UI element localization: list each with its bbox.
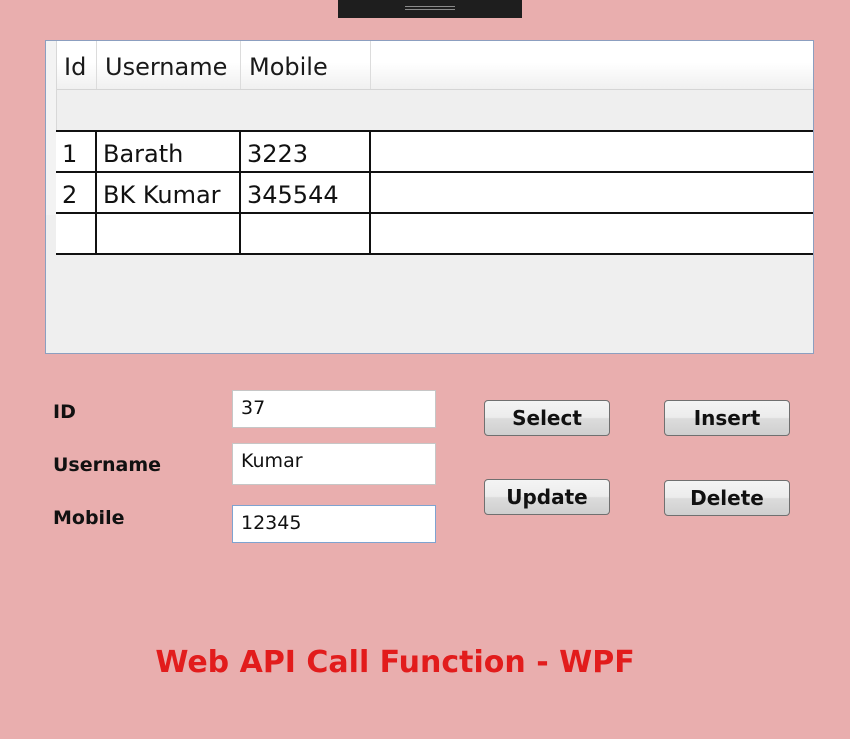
- grip-icon: [405, 6, 455, 10]
- username-field[interactable]: Kumar: [232, 443, 436, 485]
- cell-id[interactable]: 2: [56, 173, 97, 212]
- window-drag-handle[interactable]: [338, 0, 522, 18]
- mobile-field[interactable]: 12345: [232, 505, 436, 543]
- select-button[interactable]: Select: [484, 400, 610, 436]
- grid-header: Id Username Mobile: [46, 41, 813, 90]
- mobile-label: Mobile: [53, 507, 125, 529]
- cell-filler: [371, 214, 813, 253]
- username-label: Username: [53, 454, 162, 476]
- id-label: ID: [53, 401, 76, 423]
- insert-button[interactable]: Insert: [664, 400, 790, 436]
- users-data-grid[interactable]: Id Username Mobile 1 Barath 3223 2 BK Ku…: [45, 40, 814, 354]
- cell-filler: [371, 132, 813, 171]
- cell-username[interactable]: [97, 214, 241, 253]
- table-row[interactable]: 1 Barath 3223: [56, 132, 813, 173]
- id-field[interactable]: 37: [232, 390, 436, 428]
- cell-filler: [371, 173, 813, 212]
- delete-button[interactable]: Delete: [664, 480, 790, 516]
- cell-username[interactable]: Barath: [97, 132, 241, 171]
- table-row[interactable]: 2 BK Kumar 345544: [56, 173, 813, 214]
- column-header-mobile[interactable]: Mobile: [241, 41, 371, 89]
- cell-id[interactable]: [56, 214, 97, 253]
- cell-mobile[interactable]: [241, 214, 371, 253]
- cell-id[interactable]: 1: [56, 132, 97, 171]
- cell-mobile[interactable]: 345544: [241, 173, 371, 212]
- footer-title: Web API Call Function - WPF: [155, 645, 635, 680]
- cell-mobile[interactable]: 3223: [241, 132, 371, 171]
- column-header-id[interactable]: Id: [56, 41, 97, 89]
- new-item-row[interactable]: [56, 214, 813, 255]
- cell-username[interactable]: BK Kumar: [97, 173, 241, 212]
- update-button[interactable]: Update: [484, 479, 610, 515]
- column-header-username[interactable]: Username: [97, 41, 241, 89]
